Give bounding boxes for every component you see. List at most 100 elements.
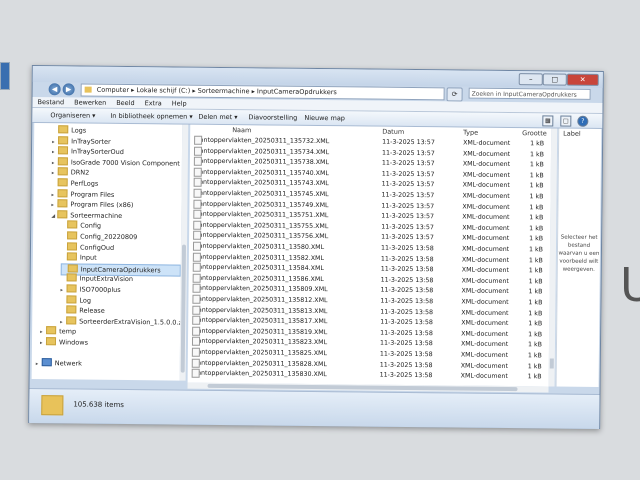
folder-icon [57,178,68,187]
nav-item-label: Release [79,306,105,315]
nav-item[interactable]: Input [61,252,97,263]
folder-icon [45,337,57,346]
minimize-button[interactable]: – [518,73,543,86]
nav-item[interactable]: ▸ Program Files (x86) [51,199,133,210]
file-date: 11-3-2025 13:58 [380,329,433,338]
nav-item[interactable]: ▸ InTraySorter [52,135,111,147]
file-name-text: Plantoppervlakten_20250311_135817.XML [192,316,328,326]
organize-button[interactable]: Organiseren ▾ [50,110,95,120]
view-options-icon[interactable]: ▦ [542,115,554,127]
folder-icon [58,125,69,134]
menu-extra[interactable]: Extra [140,98,167,108]
nav-item[interactable]: InputExtraVision [61,273,133,285]
nav-item[interactable]: ◢ Sorteermachine [51,210,122,221]
nav-item-label: Input [79,253,97,262]
nav-item-label: InTraySorter [71,137,111,146]
nav-item[interactable]: ▸ Windows [40,337,88,348]
preview-pane-icon[interactable]: □ [560,115,572,127]
file-date: 11-3-2025 13:58 [380,297,434,306]
folder-icon [46,326,57,335]
file-date: 11-3-2025 13:57 [381,202,435,210]
refresh-icon[interactable]: ⟳ [446,87,463,102]
folder-icon [57,146,69,155]
column-name[interactable]: Naam [232,125,251,135]
back-arrow-icon[interactable]: ◀ [48,83,61,96]
file-name-text: Plantoppervlakten_20250311_135830.XML [191,369,327,379]
menu-beeld[interactable]: Beeld [111,98,139,108]
desktop-icon[interactable] [0,62,10,90]
nav-item[interactable]: ▸ ISO7000plus [60,284,121,295]
file-name: Plantoppervlakten_20250311_135830.XML [191,368,327,381]
folder-icon [57,157,68,166]
slideshow-button[interactable]: Diavoorstelling [248,112,297,123]
close-button[interactable]: ✕ [566,73,599,86]
xml-file-icon [192,305,201,315]
file-type: XML-document [462,192,510,201]
nav-item[interactable]: Log [60,294,91,305]
nav-item-label: Sorteermachine [70,211,123,220]
breadcrumb-inputcamera[interactable]: InputCameraOpdrukkers [257,87,337,96]
file-date: 11-3-2025 13:57 [381,234,434,242]
nav-item-label: Config [80,221,102,231]
nav-item[interactable]: ▸ SorteerderExtraVision_1.5.0.0.zip [60,316,182,327]
maximize-button[interactable]: □ [542,73,567,86]
folder-icon [66,241,78,251]
file-type: XML-document [462,213,510,222]
breadcrumb-computer[interactable]: Computer [97,86,129,94]
include-library-button[interactable]: In bibliotheek opnemen ▾ [110,111,192,122]
nav-item-label: PerfLogs [70,179,99,188]
search-input[interactable]: Zoeken in InputCameraOpdrukkers [468,87,591,100]
nav-item[interactable]: Logs [52,125,86,135]
menu-help[interactable]: Help [167,98,192,108]
file-type: XML-document [463,139,511,148]
column-size[interactable]: Grootte [522,128,547,138]
folder-icon [57,199,68,208]
file-size: 1 kB [529,203,544,211]
nav-item-label: InputCameraOpdrukkers [80,265,161,275]
nav-item[interactable]: Config [61,220,102,231]
file-date: 11-3-2025 13:58 [380,308,434,316]
forward-arrow-icon[interactable]: ▶ [62,83,75,96]
file-size: 1 kB [529,235,544,243]
xml-file-icon [192,241,202,251]
column-date[interactable]: Datum [382,127,404,137]
nav-item[interactable]: ▸ InTraySorterOud [52,146,124,157]
breadcrumb-sorteermachine[interactable]: Sorteermachine [198,87,250,96]
menu-bestand[interactable]: Bestand [32,97,69,107]
nav-item[interactable]: ▸ temp [40,326,77,337]
network-icon [41,358,52,367]
nav-item[interactable]: PerfLogs [52,178,99,188]
xml-file-icon [193,146,203,156]
file-date: 11-3-2025 13:58 [380,318,433,327]
column-label[interactable]: Label [563,129,581,139]
preview-pane: Label Selecteer het bestand waarvan u ee… [555,128,602,387]
file-size: 1 kB [528,320,543,328]
menu-bewerken[interactable]: Bewerken [69,97,111,107]
folder-icon [58,135,69,144]
nav-scrollbar[interactable] [179,124,189,381]
xml-file-icon [192,315,201,325]
nav-item[interactable]: Config_20220809 [61,231,137,242]
nav-item[interactable]: ▸ Netwerk [36,358,82,368]
file-size: 1 kB [528,331,543,339]
folder-icon [41,395,64,416]
file-date: 11-3-2025 13:57 [381,191,435,200]
file-type: XML-document [460,362,508,370]
file-type: XML-document [461,245,510,254]
nav-item[interactable]: ConfigOud [61,241,114,253]
preview-message: Selecteer het bestand waarvan u een voor… [558,234,600,273]
column-type[interactable]: Type [463,128,478,138]
help-icon[interactable]: ? [577,115,589,127]
new-folder-button[interactable]: Nieuwe map [304,113,345,123]
share-button[interactable]: Delen met ▾ [198,112,237,122]
nav-item-label: Program Files (x86) [70,200,134,210]
file-name-text: Plantoppervlakten_20250311_135828.XML [191,359,327,368]
file-type: XML-document [461,266,509,275]
nav-item[interactable]: ▸ Program Files [51,188,114,200]
folder-icon [67,264,78,273]
nav-item[interactable]: Release [60,305,105,316]
nav-item[interactable]: ▸ DRN2 [52,167,90,178]
folder-icon [67,220,78,229]
nav-item-label: temp [59,327,77,336]
breadcrumb-drive[interactable]: Lokale schijf (C:) [136,86,190,95]
